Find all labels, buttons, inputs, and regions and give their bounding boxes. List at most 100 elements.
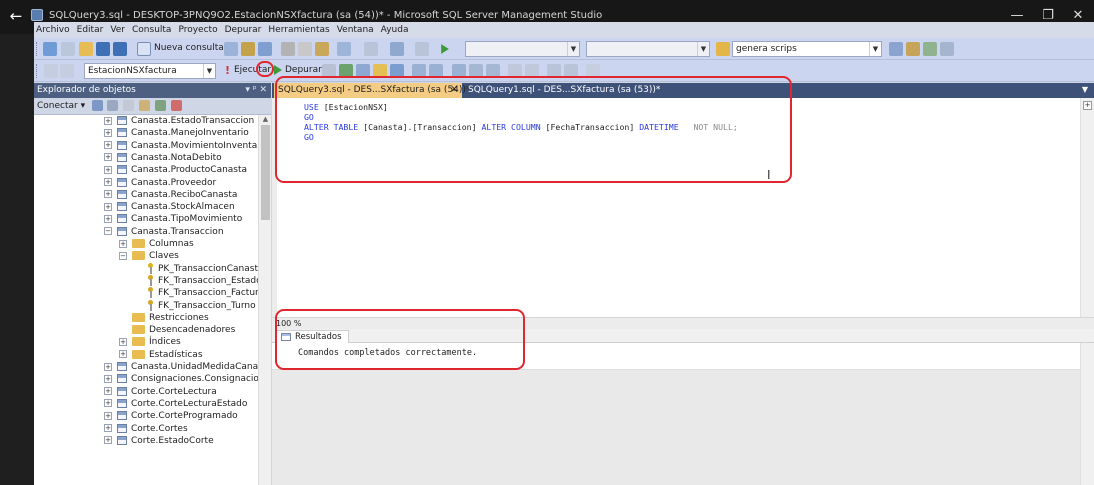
- menu-archivo[interactable]: Archivo: [36, 25, 70, 35]
- dmx-query-icon[interactable]: [258, 42, 272, 56]
- expand-icon[interactable]: +: [104, 165, 112, 174]
- tree-node[interactable]: + Canasta.Proveedor: [104, 177, 216, 190]
- new-query-icon[interactable]: [137, 42, 151, 56]
- tab-dropdown-icon[interactable]: ▼: [1082, 85, 1088, 94]
- navigate-back-icon[interactable]: [390, 42, 404, 56]
- window-layout-icon[interactable]: [940, 42, 954, 56]
- menu-herramientas[interactable]: Herramientas: [268, 25, 329, 35]
- menu-proyecto[interactable]: Proyecto: [178, 25, 217, 35]
- expand-icon[interactable]: +: [119, 337, 127, 346]
- paste-icon[interactable]: [315, 42, 329, 56]
- expand-icon[interactable]: +: [104, 362, 112, 371]
- expand-icon[interactable]: +: [104, 190, 112, 199]
- panel-pin-controls[interactable]: ▾ ᵖ ✕: [245, 83, 267, 98]
- tree-node[interactable]: FK_Transaccion_EstadoT: [147, 274, 258, 288]
- expand-icon[interactable]: +: [104, 374, 112, 383]
- tree-node[interactable]: Desencadenadores: [132, 324, 235, 337]
- tree-node[interactable]: + Canasta.ProductoCanasta: [104, 164, 247, 177]
- menu-ventana[interactable]: Ventana: [337, 25, 374, 35]
- results-to-file-icon[interactable]: [452, 64, 466, 78]
- scroll-up-icon[interactable]: ▲: [261, 115, 270, 124]
- expand-icon[interactable]: +: [104, 116, 112, 125]
- menu-consulta[interactable]: Consulta: [132, 25, 171, 35]
- new-project-icon[interactable]: [43, 42, 57, 56]
- solution-explorer-icon[interactable]: [889, 42, 903, 56]
- copy-icon[interactable]: [298, 42, 312, 56]
- object-explorer-scrollbar[interactable]: ▲: [258, 115, 271, 485]
- collapse-icon[interactable]: −: [119, 251, 127, 260]
- tree-node[interactable]: + Canasta.NotaDebito: [104, 152, 222, 165]
- uncomment-icon[interactable]: [525, 64, 539, 78]
- tree-node[interactable]: + Consignaciones.Consignacion: [104, 373, 258, 386]
- menu-depurar[interactable]: Depurar: [225, 25, 262, 35]
- platform-combo[interactable]: ▼: [586, 41, 710, 57]
- expand-icon[interactable]: +: [104, 153, 112, 162]
- toolbar-grip[interactable]: [36, 64, 39, 78]
- tree-node[interactable]: + Canasta.TipoMovimiento: [104, 213, 242, 226]
- results-to-grid-icon[interactable]: [429, 64, 443, 78]
- activity-monitor-icon[interactable]: [171, 100, 182, 111]
- start-icon[interactable]: [441, 44, 449, 54]
- undo-icon[interactable]: [337, 42, 351, 56]
- tree-node[interactable]: + Corte.CorteLectura: [104, 386, 217, 399]
- editor-scrollbar[interactable]: +: [1080, 98, 1094, 317]
- analysis-query-icon[interactable]: [241, 42, 255, 56]
- intellisense-icon[interactable]: [390, 64, 404, 78]
- tree-node[interactable]: + Canasta.ManejoInventario: [104, 127, 249, 140]
- execute-exclamation-icon[interactable]: !: [225, 64, 233, 78]
- estimated-plan-icon[interactable]: [356, 64, 370, 78]
- results-scrollbar[interactable]: [1080, 343, 1094, 485]
- disconnect-icon[interactable]: [107, 100, 118, 111]
- cancel-query-icon[interactable]: [322, 64, 336, 78]
- tree-node[interactable]: + Índices: [119, 336, 181, 349]
- tree-node[interactable]: + Columnas: [119, 238, 194, 251]
- results-to-text-icon[interactable]: [412, 64, 426, 78]
- tree-node[interactable]: − Canasta.Transaccion: [104, 226, 224, 239]
- expand-icon[interactable]: +: [104, 387, 112, 396]
- new-query-button[interactable]: Nueva consulta: [154, 43, 224, 53]
- connect-dropdown[interactable]: Conectar ▾: [37, 101, 85, 111]
- expand-icon[interactable]: +: [104, 202, 112, 211]
- tab-sqlquery1[interactable]: SQLQuery1.sql - DES...SXfactura (sa (53)…: [464, 83, 664, 98]
- navigate-forward-icon[interactable]: [415, 42, 429, 56]
- tree-node[interactable]: + Canasta.ReciboCanasta: [104, 189, 237, 202]
- menu-editar[interactable]: Editar: [77, 25, 104, 35]
- tree-node[interactable]: − Claves: [119, 250, 179, 263]
- include-plan-icon[interactable]: [469, 64, 483, 78]
- save-icon[interactable]: [96, 42, 110, 56]
- tree-node[interactable]: + Corte.CorteLecturaEstado: [104, 398, 247, 411]
- execute-button[interactable]: Ejecutar: [234, 65, 271, 75]
- tree-node[interactable]: FK_Transaccion_Turno: [147, 299, 256, 313]
- menu-ver[interactable]: Ver: [110, 25, 125, 35]
- back-arrow-icon[interactable]: ←: [6, 6, 26, 26]
- specify-values-icon[interactable]: [586, 64, 600, 78]
- connect-icon[interactable]: [44, 64, 58, 78]
- tree-node[interactable]: + Canasta.EstadoTransaccion: [104, 115, 254, 128]
- expand-icon[interactable]: +: [104, 141, 112, 150]
- query-options-icon[interactable]: [373, 64, 387, 78]
- tree-node[interactable]: + Canasta.StockAlmacen: [104, 201, 235, 214]
- database-engine-query-icon[interactable]: [224, 42, 238, 56]
- tree-node[interactable]: Restricciones: [132, 312, 209, 325]
- comment-icon[interactable]: [508, 64, 522, 78]
- stop-icon[interactable]: [123, 100, 134, 111]
- save-all-icon[interactable]: [113, 42, 127, 56]
- redo-icon[interactable]: [364, 42, 378, 56]
- debug-button[interactable]: Depurar: [285, 65, 322, 75]
- client-stats-icon[interactable]: [486, 64, 500, 78]
- debug-play-icon[interactable]: [274, 65, 282, 75]
- connect-object-explorer-icon[interactable]: [92, 100, 103, 111]
- properties-icon[interactable]: [906, 42, 920, 56]
- expand-icon[interactable]: +: [104, 178, 112, 186]
- expand-icon[interactable]: +: [104, 424, 112, 432]
- tree-node[interactable]: FK_Transaccion_Factura: [147, 287, 258, 300]
- expand-icon[interactable]: +: [104, 128, 112, 137]
- parse-check-icon[interactable]: [339, 64, 353, 78]
- available-databases-combo[interactable]: EstacionNSXfactura ▼: [84, 63, 216, 79]
- expand-icon[interactable]: +: [104, 214, 112, 223]
- tree-node[interactable]: + Canasta.UnidadMedidaCanasta: [104, 361, 258, 374]
- toolbar-grip[interactable]: [36, 42, 39, 56]
- tree-node[interactable]: + Corte.Cortes: [104, 423, 188, 436]
- cut-icon[interactable]: [281, 42, 295, 56]
- collapse-icon[interactable]: −: [104, 227, 112, 236]
